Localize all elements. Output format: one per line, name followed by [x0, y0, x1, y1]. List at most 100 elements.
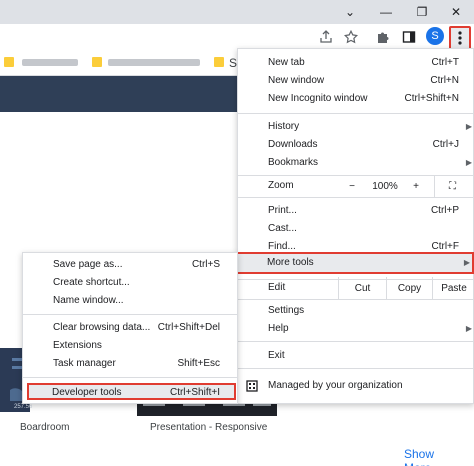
- menu-item-label: Exit: [268, 349, 285, 361]
- restore-button[interactable]: ❐: [404, 0, 440, 24]
- menu-item-bookmarks[interactable]: Bookmarks ▶: [238, 153, 474, 171]
- submenu-item-name-window[interactable]: Name window...: [23, 291, 237, 309]
- paste-button[interactable]: Paste: [432, 277, 474, 299]
- menu-shortcut: Ctrl+Shift+I: [169, 387, 220, 398]
- menu-shortcut: Ctrl+N: [430, 74, 459, 86]
- menu-shortcut: Ctrl+F: [431, 240, 460, 252]
- menu-item-label: New window: [268, 74, 325, 86]
- plus-icon: +: [413, 180, 419, 192]
- folder-icon[interactable]: [92, 57, 102, 67]
- profile-avatar[interactable]: S: [426, 27, 444, 45]
- menu-item-label: History: [268, 120, 300, 132]
- bookmark-star-button[interactable]: [340, 26, 362, 48]
- submenu-item-extensions[interactable]: Extensions: [23, 336, 237, 354]
- thumbnail-caption[interactable]: Presentation - Responsive: [150, 422, 267, 433]
- cut-button[interactable]: Cut: [338, 277, 386, 299]
- submenu-item-create-shortcut[interactable]: Create shortcut...: [23, 273, 237, 291]
- thumbnail-caption[interactable]: Boardroom: [20, 422, 69, 433]
- menu-item-label: Downloads: [268, 138, 318, 150]
- copy-button[interactable]: Copy: [386, 277, 432, 299]
- building-icon: [246, 380, 258, 392]
- menu-item-new-tab[interactable]: New tab Ctrl+T: [238, 53, 474, 71]
- chevron-right-icon: ▶: [463, 258, 470, 267]
- bookmark-item[interactable]: [22, 59, 78, 66]
- tab-search-dropdown[interactable]: ⌄: [332, 0, 368, 24]
- minimize-button[interactable]: —: [368, 0, 404, 24]
- zoom-label: Zoom: [268, 180, 294, 191]
- menu-item-label: Extensions: [53, 339, 102, 351]
- menu-divider: [238, 368, 474, 369]
- extensions-button[interactable]: [372, 26, 394, 48]
- share-icon: [320, 30, 332, 43]
- chevron-right-icon: ▶: [465, 121, 472, 131]
- edit-row: Edit Cut Copy Paste: [238, 277, 474, 299]
- submenu-item-save-page[interactable]: Save page as... Ctrl+S: [23, 255, 237, 273]
- menu-item-help[interactable]: Help ▶: [238, 319, 474, 337]
- menu-shortcut: Ctrl+Shift+Del: [157, 321, 220, 333]
- bookmark-item[interactable]: [108, 59, 200, 66]
- menu-item-label: Cast...: [268, 222, 297, 234]
- chevron-down-icon: ⌄: [344, 5, 356, 19]
- zoom-in-button[interactable]: +: [402, 175, 430, 197]
- menu-item-label: Developer tools: [52, 387, 122, 398]
- menu-divider: [23, 377, 237, 378]
- menu-shortcut: Ctrl+Shift+N: [404, 92, 459, 104]
- puzzle-icon: [378, 32, 389, 43]
- zoom-level: 100%: [372, 180, 398, 192]
- thumbnail-value: 257.56: [14, 404, 33, 410]
- menu-item-label: Find...: [268, 240, 296, 252]
- menu-shortcut: Ctrl+T: [431, 56, 460, 68]
- menu-shortcut: Ctrl+J: [432, 138, 459, 150]
- menu-item-label: Settings: [268, 304, 305, 316]
- menu-item-cast[interactable]: Cast...: [238, 219, 474, 237]
- menu-item-settings[interactable]: Settings: [238, 301, 474, 319]
- submenu-item-developer-tools[interactable]: Developer tools Ctrl+Shift+I: [27, 383, 236, 400]
- edit-label: Edit: [268, 282, 286, 293]
- zoom-row: Zoom − 100% + ⛶: [238, 175, 474, 197]
- menu-shortcut: Shift+Esc: [177, 357, 220, 369]
- title-bar: ⌄ — ❐ ✕: [0, 0, 474, 24]
- menu-item-label: Clear browsing data...: [53, 321, 151, 333]
- menu-item-exit[interactable]: Exit: [238, 346, 474, 364]
- menu-item-label: Create shortcut...: [53, 276, 130, 288]
- minimize-icon: —: [380, 5, 392, 19]
- side-panel-icon: [402, 31, 416, 43]
- submenu-item-clear-browsing-data[interactable]: Clear browsing data... Ctrl+Shift+Del: [23, 318, 237, 336]
- chevron-right-icon: ▶: [465, 323, 472, 333]
- menu-item-print[interactable]: Print... Ctrl+P: [238, 201, 474, 219]
- menu-item-history[interactable]: History ▶: [238, 117, 474, 135]
- menu-item-label: Save page as...: [53, 258, 123, 270]
- menu-divider: [23, 314, 237, 315]
- zoom-out-button[interactable]: −: [338, 175, 366, 197]
- menu-item-label: Task manager: [53, 357, 116, 369]
- menu-item-more-tools[interactable]: More tools ▶: [235, 252, 474, 274]
- managed-label: Managed by your organization: [268, 380, 403, 391]
- more-tools-submenu: Save page as... Ctrl+S Create shortcut...…: [22, 252, 238, 404]
- menu-divider: [238, 341, 474, 342]
- close-window-button[interactable]: ✕: [438, 0, 474, 24]
- close-icon: ✕: [450, 5, 462, 19]
- side-panel-button[interactable]: [398, 26, 420, 48]
- fullscreen-button[interactable]: ⛶: [434, 175, 470, 197]
- chrome-main-menu: New tab Ctrl+T New window Ctrl+N New Incog…: [237, 48, 474, 404]
- menu-shortcut: Ctrl+S: [191, 258, 220, 270]
- menu-divider: [238, 299, 474, 300]
- menu-item-new-incognito-window[interactable]: New Incognito window Ctrl+Shift+N: [238, 89, 474, 107]
- show-more-link[interactable]: Show More...: [404, 447, 474, 466]
- folder-icon[interactable]: [4, 57, 14, 67]
- star-icon: [344, 30, 358, 44]
- chrome-menu-button[interactable]: [449, 26, 471, 50]
- share-button[interactable]: [315, 26, 337, 48]
- menu-item-new-window[interactable]: New window Ctrl+N: [238, 71, 474, 89]
- menu-item-label: Name window...: [53, 294, 124, 306]
- folder-icon[interactable]: [214, 57, 224, 67]
- menu-item-downloads[interactable]: Downloads Ctrl+J: [238, 135, 474, 153]
- submenu-item-task-manager[interactable]: Task manager Shift+Esc: [23, 354, 237, 372]
- more-vert-icon: [458, 31, 462, 45]
- menu-item-label: Help: [268, 322, 289, 334]
- chevron-right-icon: ▶: [465, 157, 472, 167]
- menu-item-label: Print...: [268, 204, 297, 216]
- managed-by-organization[interactable]: Managed by your organization: [238, 377, 474, 397]
- browser-toolbar: [0, 24, 474, 50]
- menu-divider: [238, 197, 474, 198]
